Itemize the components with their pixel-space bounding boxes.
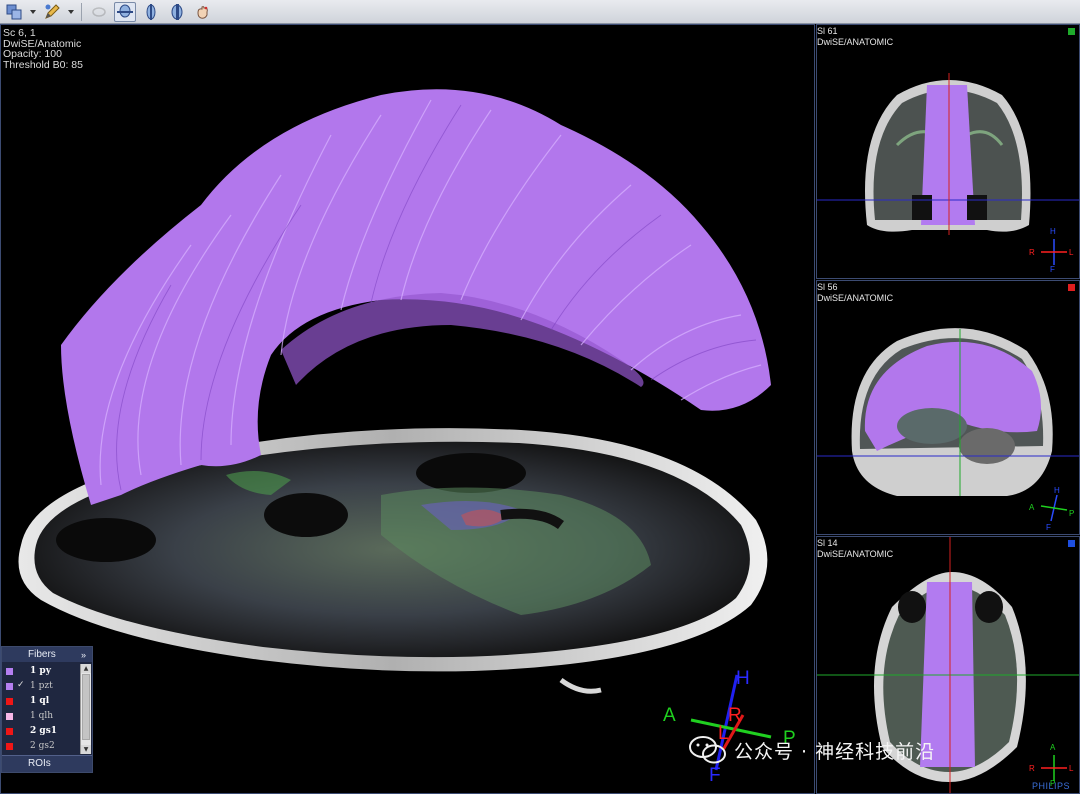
reset-hand-icon[interactable] xyxy=(192,2,214,22)
annotate-pencil-icon[interactable] xyxy=(41,2,63,22)
opacity-label: Opacity: 100 xyxy=(3,48,62,60)
panel-color-marker xyxy=(1068,284,1075,291)
coronal-view-icon[interactable] xyxy=(140,2,162,22)
orient-right-label: L xyxy=(1069,764,1074,773)
watermark-text: 公众号 · 神经科技前沿 xyxy=(734,740,936,763)
fiber-item-label: 1 pzt xyxy=(30,681,53,691)
tractography-render xyxy=(18,89,771,694)
orient-foot-label: F xyxy=(709,765,721,786)
fibers-panel: Fibers » 1 py ✓ 1 pzt 1 ql 1 qlh 2 gs1 2… xyxy=(1,646,93,773)
orient-head-label: H xyxy=(736,668,750,689)
slice-label: Sl 14 xyxy=(817,538,838,548)
fiber-item-label: 2 gs2 xyxy=(30,741,55,751)
coronal-view-panel[interactable]: Sl 61 DwiSE/ANATOMIC H R L F xyxy=(816,24,1080,279)
fiber-item-label: 1 ql xyxy=(30,696,50,706)
fiber-color-swatch xyxy=(6,713,13,720)
expand-icon[interactable]: » xyxy=(81,650,86,660)
protocol-label: DwiSE/ANATOMIC xyxy=(817,292,894,303)
orient-left-label: A xyxy=(1029,503,1035,512)
rois-tab[interactable]: ROIs xyxy=(2,755,92,772)
orient-right-label: R xyxy=(728,705,742,726)
slice-label: Sl 61 xyxy=(817,26,838,36)
orient-right-label: L xyxy=(1069,248,1074,257)
orient-anterior-label: A xyxy=(663,705,676,726)
checkmark-icon: ✓ xyxy=(17,680,25,690)
orient-top-label: A xyxy=(1050,743,1056,752)
protocol-label: DwiSE/ANATOMIC xyxy=(817,548,894,559)
annotate-dropdown-icon[interactable] xyxy=(67,2,75,22)
fiber-color-swatch xyxy=(6,743,13,750)
panel-info: Sl 56 DwiSE/ANATOMIC xyxy=(817,282,893,303)
sagittal-view-panel[interactable]: Sl 56 DwiSE/ANATOMIC H A P F xyxy=(816,280,1080,535)
protocol-label: DwiSE/ANATOMIC xyxy=(817,36,894,47)
layout-dropdown-icon[interactable] xyxy=(29,2,37,22)
orient-left-label: R xyxy=(1029,248,1035,257)
fibers-panel-header[interactable]: Fibers » xyxy=(2,647,92,662)
sagittal-view-icon[interactable] xyxy=(166,2,188,22)
main-3d-viewport[interactable]: Sc 6, 1 DwiSE/Anatomic Opacity: 100 Thre… xyxy=(0,24,815,794)
fiber-item-label: 1 py xyxy=(30,666,51,676)
orient-right-label: P xyxy=(1069,509,1075,518)
wechat-icon xyxy=(689,736,726,764)
series-label: Sc 6, 1 xyxy=(3,27,36,39)
axial-view-icon[interactable] xyxy=(114,1,136,22)
fibers-scrollbar[interactable]: ▲ ▼ xyxy=(80,664,91,754)
scroll-up-icon[interactable]: ▲ xyxy=(81,664,91,673)
slice-label: Sl 56 xyxy=(817,282,838,292)
panel-color-marker xyxy=(1068,28,1075,35)
viewport-info: Sc 6, 1 DwiSE/Anatomic Opacity: 100 Thre… xyxy=(3,28,83,70)
panel-info: Sl 14 DwiSE/ANATOMIC xyxy=(817,538,893,559)
fiber-color-swatch xyxy=(6,728,13,735)
threshold-label: Threshold B0: 85 xyxy=(3,58,83,71)
orient-left-label: R xyxy=(1029,764,1035,773)
fiber-color-swatch xyxy=(6,698,13,705)
fiber-item-label: 2 gs1 xyxy=(30,726,58,736)
panel-color-marker xyxy=(1068,540,1075,547)
toolbar-separator xyxy=(81,2,82,21)
fibers-panel-title: Fibers xyxy=(28,649,56,660)
scroll-thumb[interactable] xyxy=(82,674,90,740)
orientation-cross-icon xyxy=(1040,494,1068,522)
panel-info: Sl 61 DwiSE/ANATOMIC xyxy=(817,26,893,47)
fiber-item-label: 1 qlh xyxy=(30,711,54,721)
orientation-cross-icon xyxy=(1041,755,1067,781)
rotate-icon[interactable] xyxy=(88,2,110,22)
toolbar xyxy=(0,0,1080,24)
brand-logo: PHILIPS xyxy=(1032,781,1071,791)
orientation-cross-icon xyxy=(1041,239,1067,265)
scroll-down-icon[interactable]: ▼ xyxy=(81,745,91,754)
orient-bottom-label: F xyxy=(1046,523,1051,532)
layout-icon[interactable] xyxy=(3,2,25,22)
watermark: 公众号 · 神经科技前沿 xyxy=(688,734,935,766)
fiber-color-swatch xyxy=(6,683,13,690)
orient-top-label: H xyxy=(1050,227,1056,236)
fiber-color-swatch xyxy=(6,668,13,675)
